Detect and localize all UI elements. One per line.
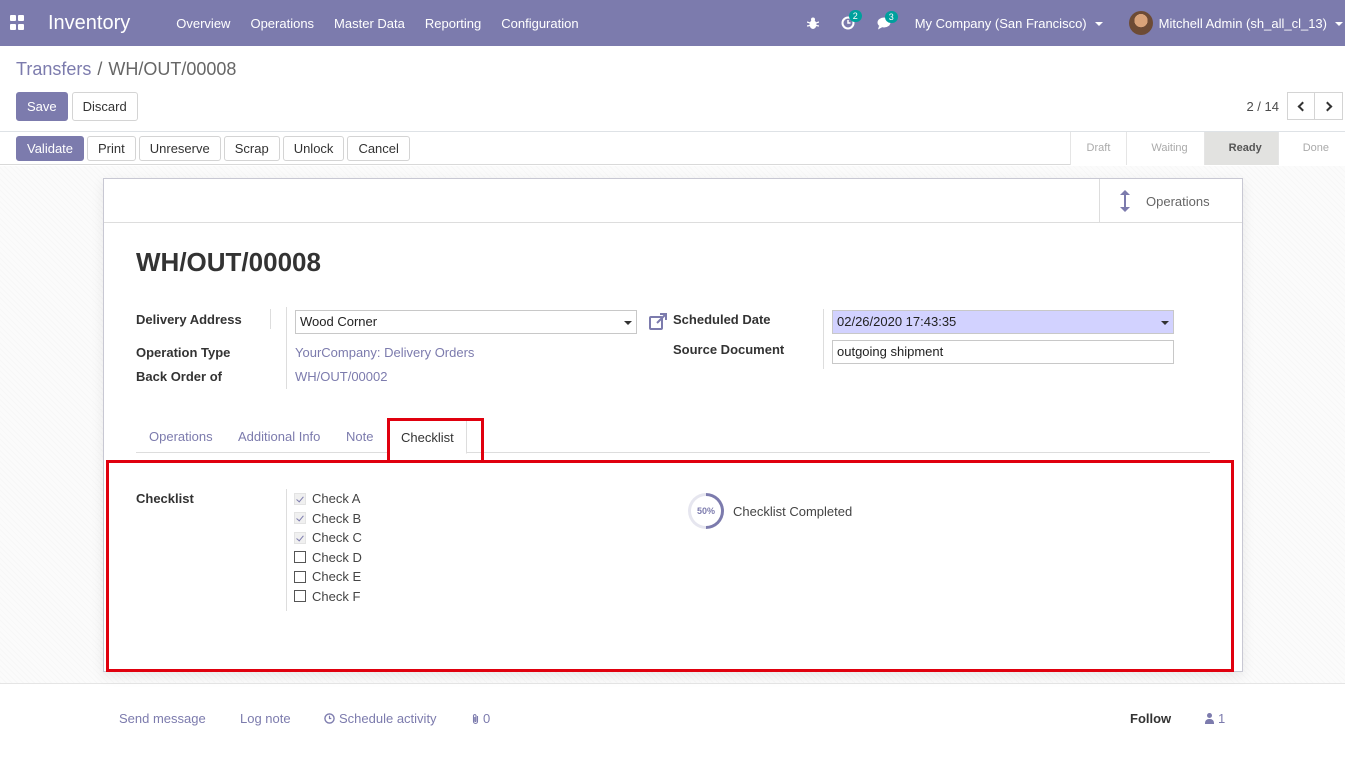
user-icon [1205, 713, 1214, 724]
scheduled-date-value: 02/26/2020 17:43:35 [837, 314, 957, 329]
follow-button[interactable]: Follow [1130, 711, 1171, 726]
messages-chat-icon[interactable]: 3 [877, 10, 898, 30]
highlight-content-annotation [106, 460, 1234, 672]
message-count-badge: 3 [884, 10, 898, 23]
menu-reporting[interactable]: Reporting [425, 16, 481, 31]
top-navbar: Inventory Overview Operations Master Dat… [0, 0, 1345, 46]
follower-count: 1 [1218, 711, 1226, 726]
caret-down-icon [1161, 321, 1169, 325]
chevron-right-icon [1322, 101, 1332, 111]
pager-value[interactable]: 2 / 14 [1246, 99, 1279, 114]
caret-down-icon [1335, 22, 1343, 27]
apps-menu-icon[interactable] [10, 15, 26, 31]
breadcrumb-transfers[interactable]: Transfers [16, 59, 91, 79]
breadcrumb-separator: / [97, 59, 103, 79]
clock-icon [324, 713, 335, 724]
tab-additional-info[interactable]: Additional Info [226, 419, 332, 453]
status-waiting: Waiting [1126, 132, 1204, 165]
user-menu[interactable]: Mitchell Admin (sh_all_cl_13) [1159, 16, 1343, 31]
status-bar: Draft Waiting Ready Done [1069, 132, 1345, 165]
attachment-count: 0 [483, 711, 491, 726]
pager: 2 / 14 [1246, 92, 1343, 120]
pager-next-button[interactable] [1315, 92, 1343, 120]
unlock-button[interactable]: Unlock [282, 136, 345, 161]
status-ready: Ready [1203, 132, 1278, 165]
operation-type-link[interactable]: YourCompany: Delivery Orders [295, 345, 474, 360]
scheduled-date-label: Scheduled Date [673, 312, 771, 327]
operations-smart-button[interactable]: Operations [1099, 179, 1242, 223]
back-order-link[interactable]: WH/OUT/00002 [295, 369, 387, 384]
breadcrumb: Transfers / WH/OUT/00008 [16, 59, 236, 80]
pager-previous-button[interactable] [1287, 92, 1315, 120]
back-order-label: Back Order of [136, 369, 222, 384]
debug-bug-icon[interactable] [806, 17, 819, 30]
company-name: My Company (San Francisco) [914, 15, 1087, 31]
send-message-button[interactable]: Send message [119, 711, 206, 726]
operations-smart-button-label: Operations [1146, 193, 1210, 209]
delivery-address-select[interactable]: Wood Corner [295, 310, 637, 334]
caret-down-icon [1094, 22, 1103, 27]
paperclip-icon [472, 713, 479, 724]
field-separator [823, 309, 824, 369]
source-document-input[interactable]: outgoing shipment [832, 340, 1174, 364]
tab-operations[interactable]: Operations [137, 419, 225, 453]
schedule-activity-button[interactable]: Schedule activity [324, 711, 437, 726]
operation-type-label: Operation Type [136, 345, 231, 360]
field-separator [286, 307, 287, 389]
followers-button[interactable]: 1 [1205, 711, 1225, 726]
external-link-icon[interactable] [648, 312, 668, 332]
menu-operations[interactable]: Operations [250, 16, 314, 31]
discard-button[interactable]: Discard [71, 92, 138, 121]
field-separator [270, 309, 271, 329]
tab-note[interactable]: Note [334, 419, 385, 453]
form-buttons: Save Discard [16, 92, 138, 121]
chatter-topbar: Send message Log note Schedule activity … [0, 700, 1345, 736]
breadcrumb-current: WH/OUT/00008 [108, 59, 237, 79]
scheduled-date-field[interactable]: 02/26/2020 17:43:35 [832, 310, 1174, 334]
app-title[interactable]: Inventory [48, 12, 130, 35]
source-document-value: outgoing shipment [837, 344, 944, 359]
log-note-button[interactable]: Log note [240, 711, 291, 726]
scrap-button[interactable]: Scrap [223, 136, 280, 161]
menu-overview[interactable]: Overview [176, 16, 230, 31]
status-done: Done [1277, 132, 1345, 165]
menu-configuration[interactable]: Configuration [501, 16, 578, 31]
caret-down-icon [624, 321, 632, 325]
menu-master-data[interactable]: Master Data [334, 16, 405, 31]
form-header: Validate Print Unreserve Scrap Unlock Ca… [0, 132, 1345, 165]
activity-count-badge: 2 [848, 10, 862, 22]
highlight-tab-annotation [387, 418, 484, 462]
save-button[interactable]: Save [16, 92, 68, 121]
validate-button[interactable]: Validate [16, 136, 85, 161]
unreserve-button[interactable]: Unreserve [138, 136, 221, 161]
delivery-address-value: Wood Corner [300, 314, 378, 329]
source-document-label: Source Document [673, 342, 785, 357]
user-name: Mitchell Admin (sh_all_cl_13) [1158, 15, 1327, 31]
chevron-left-icon [1297, 101, 1308, 111]
delivery-address-label: Delivery Address [136, 312, 242, 327]
print-button[interactable]: Print [87, 136, 136, 161]
smart-button-box: Operations [104, 179, 1242, 223]
schedule-activity-label: Schedule activity [339, 711, 437, 726]
cancel-button[interactable]: Cancel [347, 136, 410, 161]
arrows-vertical-icon [1120, 190, 1130, 212]
attachments-button[interactable]: 0 [471, 711, 490, 726]
company-switcher[interactable]: My Company (San Francisco) [915, 16, 1103, 31]
status-draft: Draft [1069, 132, 1127, 165]
user-avatar[interactable] [1128, 11, 1153, 35]
notebook-tabs: Operations Additional Info Note Checklis… [136, 419, 1210, 454]
record-title: WH/OUT/00008 [136, 247, 321, 277]
activity-clock-icon[interactable]: 2 [841, 10, 862, 30]
